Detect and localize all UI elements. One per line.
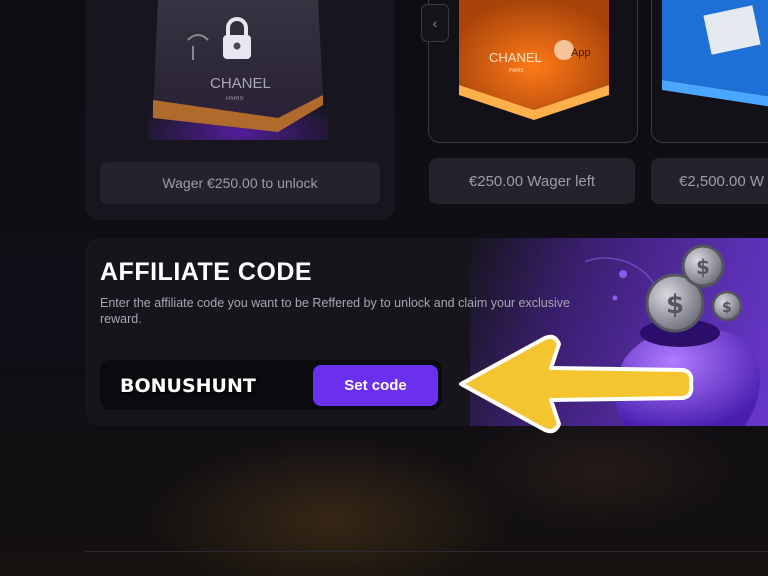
svg-text:$: $	[666, 290, 684, 320]
reward-card-box-2[interactable]	[651, 0, 768, 143]
set-code-button[interactable]: Set code	[313, 365, 438, 406]
wager-to-unlock-label: Wager €250.00 to unlock	[100, 162, 380, 204]
affiliate-title: AFFILIATE CODE	[100, 258, 313, 286]
gift-box-image: CHANEL PARIS App	[459, 0, 609, 120]
affiliate-code-input[interactable]	[120, 372, 300, 400]
svg-text:App: App	[571, 47, 591, 59]
svg-text:$: $	[722, 300, 732, 316]
reward-card-box[interactable]: CHANEL PARIS App	[428, 0, 638, 143]
arrow-left-icon	[459, 334, 694, 434]
svg-text:CHANEL: CHANEL	[210, 75, 271, 92]
wager-left-label: €250.00 Wager left	[429, 158, 635, 204]
chevron-left-icon: ‹	[432, 15, 438, 31]
affiliate-description: Enter the affiliate code you want to be …	[100, 296, 570, 326]
gift-box-image-2	[662, 0, 768, 107]
svg-text:$: $	[696, 255, 710, 279]
wager-left-label-2: €2,500.00 W	[651, 158, 768, 204]
lock-icon	[223, 17, 251, 59]
section-divider	[85, 551, 768, 552]
svg-text:PARIS: PARIS	[509, 68, 524, 74]
svg-text:PARIS: PARIS	[226, 96, 244, 102]
carousel-prev-button[interactable]: ‹	[421, 4, 449, 42]
svg-text:CHANEL: CHANEL	[489, 50, 542, 65]
